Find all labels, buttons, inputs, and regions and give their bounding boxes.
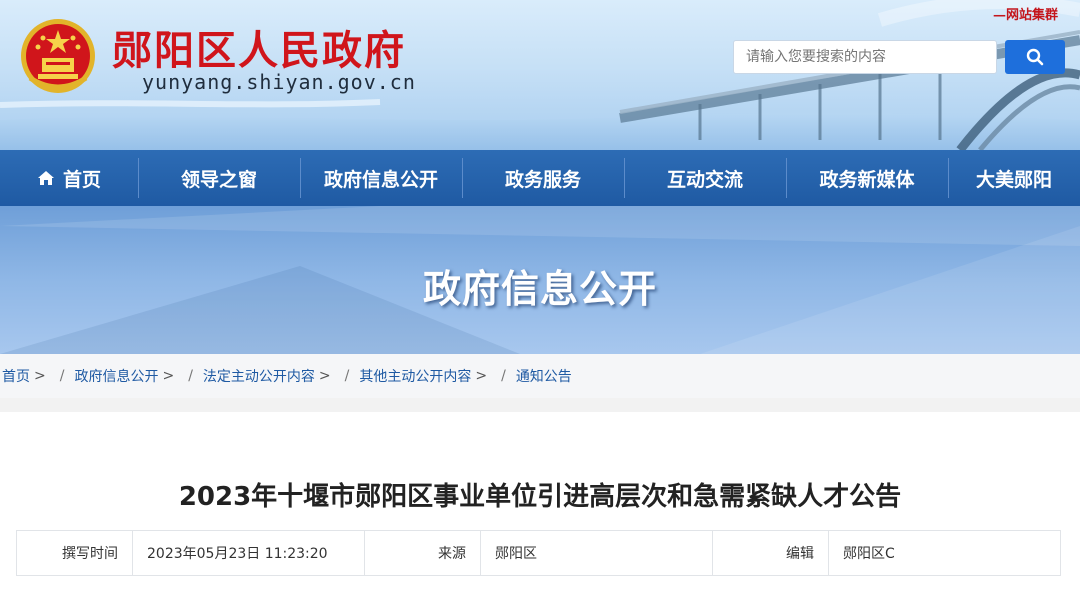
breadcrumb-item-other[interactable]: 其他主动公开内容 [359, 366, 471, 386]
main-nav: 首页 领导之窗 政府信息公开 政务服务 互动交流 政务新媒体 大美郧阳 [0, 150, 1080, 206]
breadcrumb-separator: > [318, 368, 331, 384]
breadcrumb-item-statutory[interactable]: 法定主动公开内容 [203, 366, 315, 386]
nav-item-leaders[interactable]: 领导之窗 [138, 150, 300, 206]
website-cluster-tag[interactable]: —网站集群 [993, 4, 1058, 23]
breadcrumb-separator: > [34, 368, 46, 384]
site-url: yunyang.shiyan.gov.cn [142, 70, 416, 94]
meta-label-source: 来源 [365, 531, 481, 575]
breadcrumb-item-home[interactable]: 首页 [2, 366, 30, 386]
nav-item-gov-info[interactable]: 政府信息公开 [300, 150, 462, 206]
search-button[interactable] [1005, 40, 1065, 74]
site-title: 郧阳区人民政府 [112, 28, 406, 74]
site-header: 郧阳区人民政府 yunyang.shiyan.gov.cn —网站集群 [0, 0, 1080, 150]
meta-label-editor: 编辑 [713, 531, 829, 575]
breadcrumb-divider: / [188, 368, 193, 384]
nav-item-label: 首页 [62, 168, 101, 191]
nav-item-label: 政务新媒体 [819, 168, 915, 191]
breadcrumb-item-gov-info[interactable]: 政府信息公开 [74, 366, 158, 386]
breadcrumb-divider: / [59, 368, 65, 384]
nav-item-beautiful-yunyang[interactable]: 大美郧阳 [948, 150, 1080, 206]
nav-item-label: 互动交流 [666, 168, 743, 191]
breadcrumb-divider: / [344, 368, 350, 384]
home-icon [37, 170, 55, 186]
nav-item-label: 政务服务 [504, 168, 581, 191]
nav-item-interaction[interactable]: 互动交流 [624, 150, 786, 206]
breadcrumb-divider: / [501, 368, 506, 384]
nav-item-label: 领导之窗 [180, 168, 257, 191]
meta-value-time: 2023年05月23日 11:23:20 [133, 531, 365, 575]
search-icon [1026, 48, 1044, 66]
breadcrumb-separator: > [475, 368, 488, 384]
breadcrumb: 首页 > / 政府信息公开 > / 法定主动公开内容 > / 其他主动公开内容 … [0, 354, 1080, 398]
breadcrumb-item-notices[interactable]: 通知公告 [516, 366, 572, 386]
meta-label-time: 撰写时间 [17, 531, 133, 575]
section-banner: 政府信息公开 [0, 206, 1080, 354]
nav-item-label: 大美郧阳 [975, 168, 1052, 191]
article-meta-table: 撰写时间 2023年05月23日 11:23:20 来源 郧阳区 编辑 郧阳区C [16, 530, 1061, 576]
nav-item-label: 政府信息公开 [323, 168, 438, 191]
banner-title: 政府信息公开 [422, 267, 657, 311]
nav-item-home[interactable]: 首页 [0, 150, 138, 206]
national-emblem-logo [21, 19, 95, 93]
article-container: 2023年十堰市郧阳区事业单位引进高层次和急需紧缺人才公告 撰写时间 2023年… [0, 412, 1080, 593]
meta-value-editor: 郧阳区C [843, 546, 895, 562]
meta-value-source: 郧阳区 [481, 531, 713, 575]
nav-item-new-media[interactable]: 政务新媒体 [786, 150, 948, 206]
nav-item-gov-services[interactable]: 政务服务 [462, 150, 624, 206]
search-input[interactable] [733, 40, 997, 74]
article-title: 2023年十堰市郧阳区事业单位引进高层次和急需紧缺人才公告 [178, 482, 902, 512]
breadcrumb-separator: > [162, 368, 175, 384]
